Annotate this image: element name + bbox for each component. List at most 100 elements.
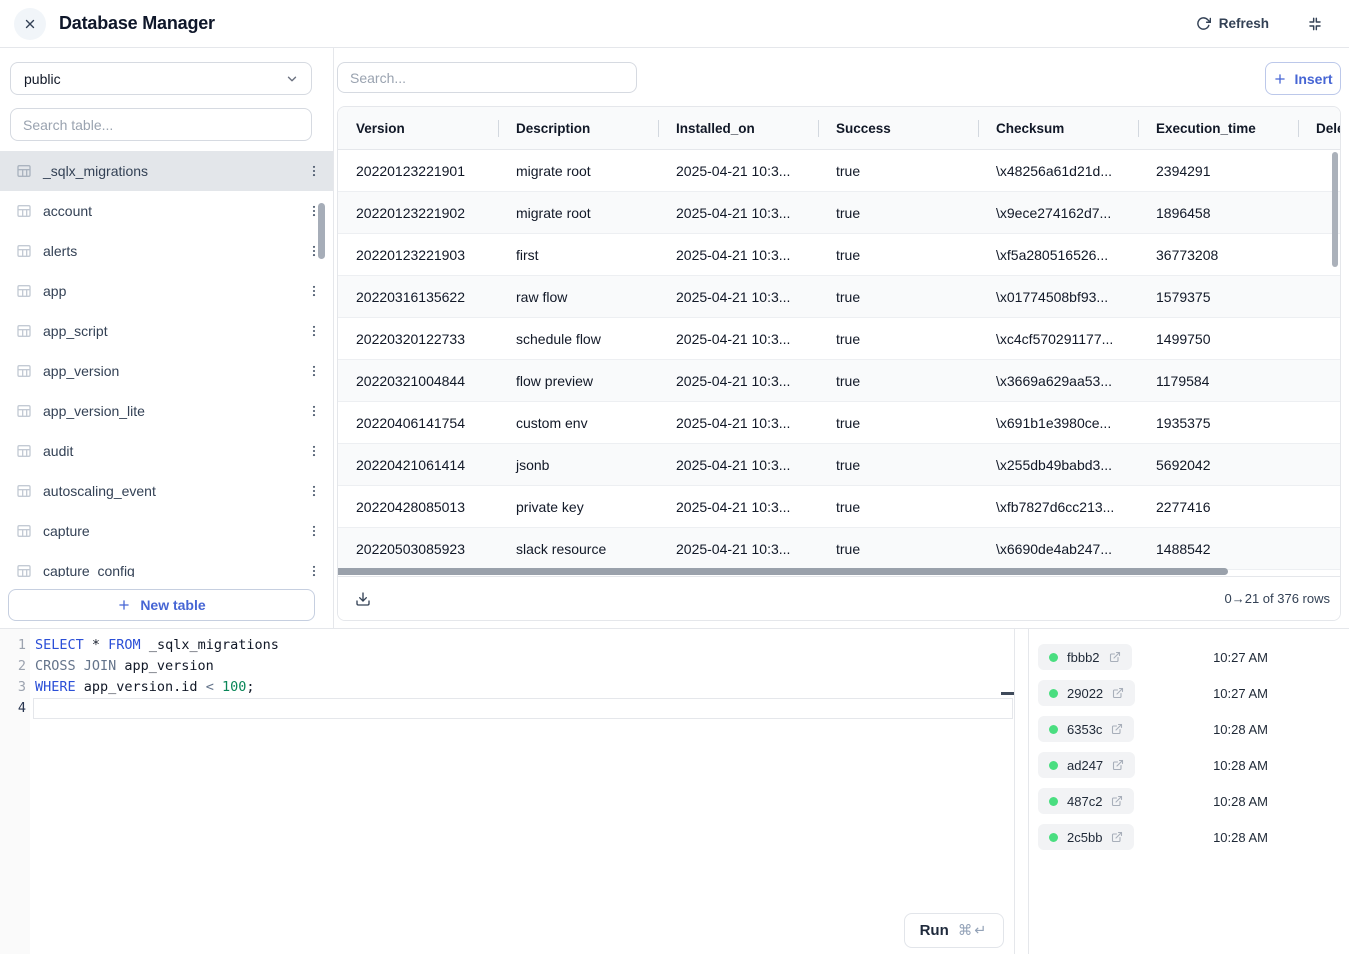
column-header[interactable]: Installed_on xyxy=(658,107,818,149)
history-run-pill[interactable]: 6353c xyxy=(1038,716,1134,742)
table-cell: 1499750 xyxy=(1138,318,1298,359)
schema-select[interactable]: public xyxy=(10,62,312,95)
table-cell: \x9ece274162d7... xyxy=(978,192,1138,233)
table-row[interactable]: 20220123221901migrate root2025-04-21 10:… xyxy=(338,150,1341,192)
table-row[interactable]: 20220320122733schedule flow2025-04-21 10… xyxy=(338,318,1341,360)
data-grid: VersionDescriptionInstalled_onSuccessChe… xyxy=(337,106,1341,621)
kebab-icon xyxy=(307,563,321,577)
sidebar-item-app[interactable]: app xyxy=(0,271,333,311)
download-button[interactable] xyxy=(355,591,371,607)
sidebar-item-app_version_lite[interactable]: app_version_lite xyxy=(0,391,333,431)
code-line[interactable]: 4 xyxy=(0,698,1014,719)
column-header[interactable]: Version xyxy=(338,107,498,149)
sidebar-item-autoscaling_event[interactable]: autoscaling_event xyxy=(0,471,333,511)
vertical-scrollbar[interactable] xyxy=(1332,152,1338,267)
kebab-icon xyxy=(307,403,321,419)
table-row[interactable]: 20220123221902migrate root2025-04-21 10:… xyxy=(338,192,1341,234)
column-header[interactable]: Execution_time xyxy=(1138,107,1298,149)
close-button[interactable] xyxy=(14,8,46,40)
code-text: CROSS JOIN app_version xyxy=(26,656,1014,677)
table-options-button[interactable] xyxy=(305,321,323,341)
table-icon xyxy=(16,203,32,219)
table-cell: 36773208 xyxy=(1138,234,1298,275)
sidebar-item-label: app xyxy=(43,283,66,299)
run-button[interactable]: Run ⌘↵ xyxy=(904,913,1004,948)
table-options-button[interactable] xyxy=(305,161,323,181)
run-id: 2c5bb xyxy=(1067,830,1102,845)
sidebar-item-label: _sqlx_migrations xyxy=(43,163,148,179)
sidebar-item-label: capture xyxy=(43,523,90,539)
history-run-pill[interactable]: 2c5bb xyxy=(1038,824,1134,850)
history-run-pill[interactable]: fbbb2 xyxy=(1038,644,1132,670)
code-line[interactable]: 1SELECT * FROM _sqlx_migrations xyxy=(0,635,1014,656)
code-line[interactable]: 2CROSS JOIN app_version xyxy=(0,656,1014,677)
kebab-icon xyxy=(307,323,321,339)
table-options-button[interactable] xyxy=(305,281,323,301)
rows-search-input[interactable] xyxy=(337,62,637,93)
table-cell: 2025-04-21 10:3... xyxy=(658,318,818,359)
sidebar-item-app_version[interactable]: app_version xyxy=(0,351,333,391)
sidebar-scrollbar[interactable] xyxy=(318,203,325,259)
refresh-button[interactable]: Refresh xyxy=(1196,16,1269,31)
table-search-input[interactable] xyxy=(10,108,312,141)
table-row[interactable]: 20220406141754custom env2025-04-21 10:3.… xyxy=(338,402,1341,444)
external-link-icon xyxy=(1112,759,1124,771)
kebab-icon xyxy=(307,443,321,459)
table-cell: custom env xyxy=(498,402,658,443)
plus-icon xyxy=(117,598,131,612)
table-row[interactable]: 20220123221903first2025-04-21 10:3...tru… xyxy=(338,234,1341,276)
history-run-pill[interactable]: 487c2 xyxy=(1038,788,1134,814)
history-item: fbbb210:27 AM xyxy=(1038,639,1349,675)
compress-button[interactable] xyxy=(1307,16,1323,32)
table-row[interactable]: 20220503085923slack resource2025-04-21 1… xyxy=(338,528,1341,570)
chevron-down-icon xyxy=(285,72,299,86)
sidebar-item-account[interactable]: account xyxy=(0,191,333,231)
table-row[interactable]: 20220421061414jsonb2025-04-21 10:3...tru… xyxy=(338,444,1341,486)
table-cell xyxy=(1298,360,1341,401)
sidebar-item-_sqlx_migrations[interactable]: _sqlx_migrations xyxy=(0,151,333,191)
table-row[interactable]: 20220316135622raw flow2025-04-21 10:3...… xyxy=(338,276,1341,318)
sidebar-item-capture_config[interactable]: capture_config xyxy=(0,551,333,577)
external-link-icon xyxy=(1109,651,1121,663)
sidebar-item-capture[interactable]: capture xyxy=(0,511,333,551)
table-options-button[interactable] xyxy=(305,561,323,577)
column-header[interactable]: Deleted xyxy=(1298,107,1341,149)
table-cell: true xyxy=(818,528,978,569)
sidebar-item-app_script[interactable]: app_script xyxy=(0,311,333,351)
history-run-pill[interactable]: ad247 xyxy=(1038,752,1135,778)
table-cell: 2025-04-21 10:3... xyxy=(658,528,818,569)
new-table-button[interactable]: New table xyxy=(8,589,315,621)
table-cell: \x3669a629aa53... xyxy=(978,360,1138,401)
table-row[interactable]: 20220428085013private key2025-04-21 10:3… xyxy=(338,486,1341,528)
table-row[interactable]: 20220321004844flow preview2025-04-21 10:… xyxy=(338,360,1341,402)
table-cell: 20220123221901 xyxy=(338,150,498,191)
editor-lines: 1SELECT * FROM _sqlx_migrations2CROSS JO… xyxy=(0,635,1014,719)
table-icon xyxy=(16,163,32,179)
kebab-icon xyxy=(307,523,321,539)
table-options-button[interactable] xyxy=(305,521,323,541)
table-options-button[interactable] xyxy=(305,401,323,421)
status-dot xyxy=(1049,689,1058,698)
table-options-button[interactable] xyxy=(305,441,323,461)
table-cell: true xyxy=(818,486,978,527)
code-token: SELECT xyxy=(35,637,84,653)
insert-button[interactable]: Insert xyxy=(1265,62,1341,95)
column-header[interactable]: Success xyxy=(818,107,978,149)
sidebar-item-audit[interactable]: audit xyxy=(0,431,333,471)
table-cell: 20220503085923 xyxy=(338,528,498,569)
sidebar-item-alerts[interactable]: alerts xyxy=(0,231,333,271)
horizontal-scrollbar[interactable] xyxy=(338,568,1228,575)
table-cell: 20220316135622 xyxy=(338,276,498,317)
kebab-icon xyxy=(307,363,321,379)
table-options-button[interactable] xyxy=(305,361,323,381)
table-icon xyxy=(16,363,32,379)
table-cell xyxy=(1298,318,1341,359)
table-options-button[interactable] xyxy=(305,481,323,501)
history-run-pill[interactable]: 29022 xyxy=(1038,680,1135,706)
column-header[interactable]: Checksum xyxy=(978,107,1138,149)
sql-editor[interactable]: 1SELECT * FROM _sqlx_migrations2CROSS JO… xyxy=(0,629,1015,954)
table-icon xyxy=(16,283,32,299)
column-header[interactable]: Description xyxy=(498,107,658,149)
code-line[interactable]: 3WHERE app_version.id < 100; xyxy=(0,677,1014,698)
code-token: app_version xyxy=(116,658,214,674)
